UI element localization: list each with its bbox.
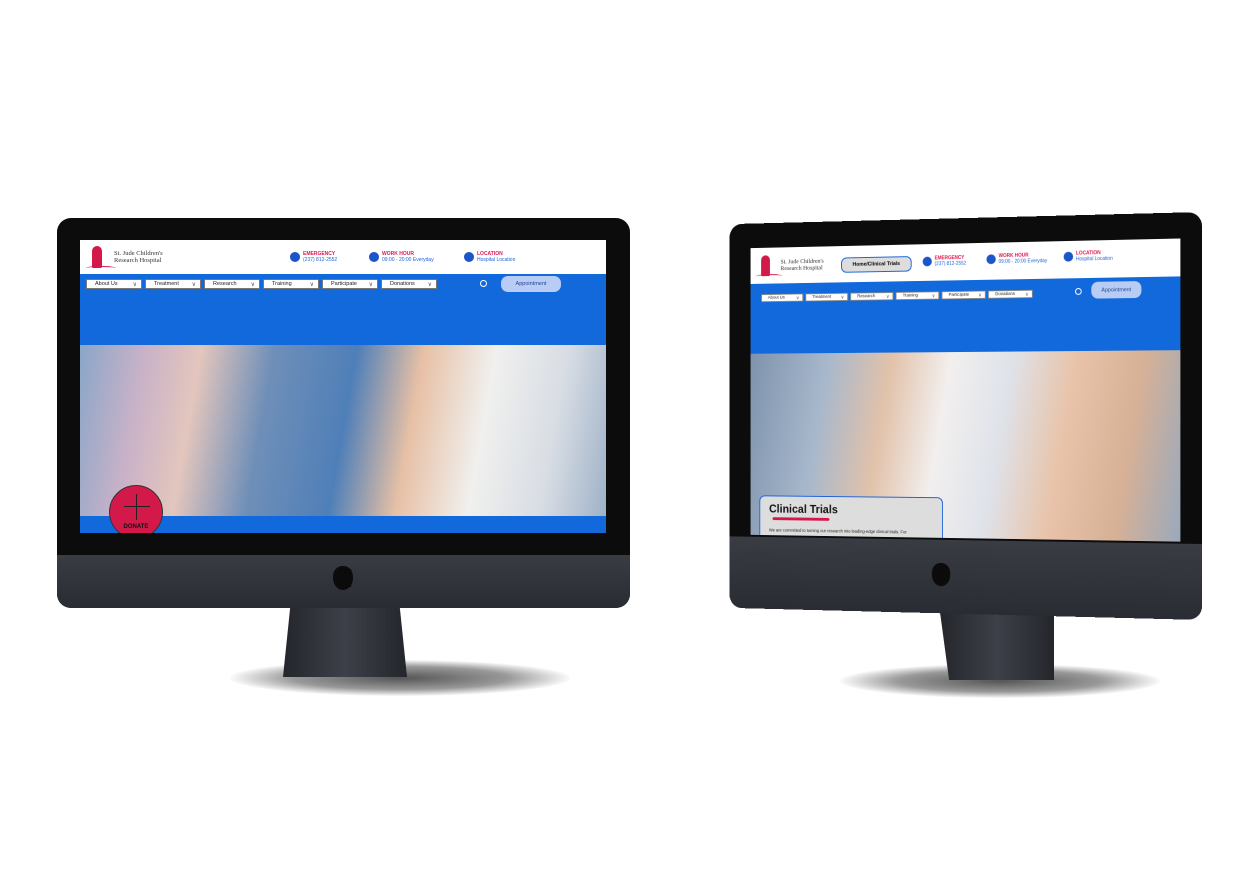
info-value: (237) 812-2552	[935, 261, 967, 267]
chevron-down-icon: ∨	[886, 293, 889, 299]
nav-label: About Us	[768, 295, 785, 300]
nav-participate[interactable]: Participate ∨	[322, 279, 378, 289]
logo-text: St. Jude Children's	[114, 250, 163, 257]
chevron-down-icon: ∨	[932, 293, 935, 299]
nav-treatment[interactable]: Treatment ∨	[805, 293, 848, 302]
nav-label: Donations	[995, 292, 1015, 297]
donate-label: DONATE	[110, 524, 162, 530]
location-pin-icon	[1064, 252, 1074, 262]
clinical-trials-text: We are committed to turning our research…	[769, 528, 933, 535]
info-value: Hospital Location	[1076, 256, 1113, 263]
main-nav: About Us ∨ Treatment ∨ Research ∨ Training ∨…	[761, 290, 1033, 302]
nav-training[interactable]: Training ∨	[896, 291, 940, 300]
logo[interactable]: St. Jude Children's Research Hospital	[86, 244, 163, 270]
emergency-info[interactable]: EMERGENCY (237) 812-2552	[290, 251, 337, 263]
location-pin-icon	[464, 252, 474, 262]
work-hour-info: WORK HOUR 09:00 - 20:00 Everyday	[986, 252, 1047, 265]
nav-label: About Us	[95, 281, 118, 287]
logo[interactable]: St. Jude Children's Research Hospital	[756, 252, 824, 278]
info-value: 09:00 - 20:00 Everyday	[999, 258, 1048, 265]
donate-button[interactable]: DONATE	[109, 485, 163, 533]
chevron-down-icon: ∨	[978, 292, 981, 298]
chevron-down-icon: ∨	[251, 281, 255, 288]
nav-donations[interactable]: Donations ∨	[381, 279, 437, 289]
apple-logo-icon	[932, 563, 950, 587]
nav-about-us[interactable]: About Us ∨	[86, 279, 142, 289]
chevron-down-icon: ∨	[428, 281, 432, 288]
chevron-down-icon: ∨	[1025, 291, 1029, 297]
main-nav: About Us ∨ Treatment ∨ Research ∨ Training ∨…	[86, 279, 437, 289]
clinical-trials-card: Clinical Trials We are committed to turn…	[759, 495, 943, 541]
chevron-down-icon: ∨	[133, 281, 137, 288]
logo-text: Research Hospital	[780, 265, 823, 272]
chevron-down-icon: ∨	[310, 281, 314, 288]
logo-mark-icon	[756, 253, 777, 278]
nav-participate[interactable]: Participate ∨	[942, 291, 986, 300]
location-info[interactable]: LOCATION Hospital Location	[464, 251, 515, 263]
info-value: Hospital Location	[477, 257, 515, 263]
nav-label: Treatment	[812, 295, 831, 300]
plus-icon	[136, 494, 137, 520]
nav-label: Participate	[331, 281, 357, 287]
nav-label: Donations	[390, 281, 415, 287]
info-value: (237) 812-2552	[303, 257, 337, 263]
phone-icon	[923, 257, 932, 267]
search-icon[interactable]	[480, 280, 487, 287]
website-home-screen: St. Jude Children's Research Hospital EME…	[80, 240, 606, 533]
chevron-down-icon: ∨	[369, 281, 373, 288]
chevron-down-icon: ∨	[796, 295, 799, 301]
chevron-down-icon: ∨	[841, 294, 844, 300]
nav-treatment[interactable]: Treatment ∨	[145, 279, 201, 289]
info-value: 09:00 - 20:00 Everyday	[382, 257, 434, 263]
logo-text: Research Hospital	[114, 257, 163, 264]
chevron-down-icon: ∨	[192, 281, 196, 288]
nav-donations[interactable]: Donations ∨	[988, 290, 1033, 299]
monitor-chin	[730, 536, 1202, 620]
nav-label: Training	[272, 281, 292, 287]
clinical-trials-title: Clinical Trials	[769, 502, 933, 517]
search-icon[interactable]	[1075, 288, 1082, 295]
website-clinical-trials-screen: St. Jude Children's Research Hospital Hom…	[751, 238, 1181, 541]
nav-label: Research	[857, 294, 875, 299]
monitor-stand	[283, 605, 407, 677]
breadcrumb[interactable]: Home/Clinical Trials	[841, 256, 912, 273]
nav-research[interactable]: Research ∨	[850, 292, 893, 301]
nav-label: Research	[213, 281, 237, 287]
appointment-button[interactable]: Appointment	[501, 276, 561, 292]
site-header: St. Jude Children's Research Hospital EME…	[80, 240, 606, 274]
hero-photo-children	[80, 345, 606, 516]
nav-training[interactable]: Training ∨	[263, 279, 319, 289]
nav-label: Treatment	[154, 281, 179, 287]
title-underline	[773, 517, 830, 521]
work-hour-info: WORK HOUR 09:00 - 20:00 Everyday	[369, 251, 434, 263]
nav-research[interactable]: Research ∨	[204, 279, 260, 289]
location-info[interactable]: LOCATION Hospital Location	[1064, 250, 1113, 263]
monitor-stand	[940, 612, 1054, 680]
phone-icon	[290, 252, 300, 262]
appointment-button[interactable]: Appointment	[1091, 281, 1141, 299]
nav-about-us[interactable]: About Us ∨	[761, 293, 803, 302]
nav-label: Training	[903, 293, 918, 298]
clock-icon	[369, 252, 379, 262]
logo-mark-icon	[86, 244, 110, 270]
clock-icon	[986, 254, 995, 264]
nav-label: Participate	[949, 292, 969, 297]
emergency-info[interactable]: EMERGENCY (237) 812-2552	[923, 255, 967, 267]
